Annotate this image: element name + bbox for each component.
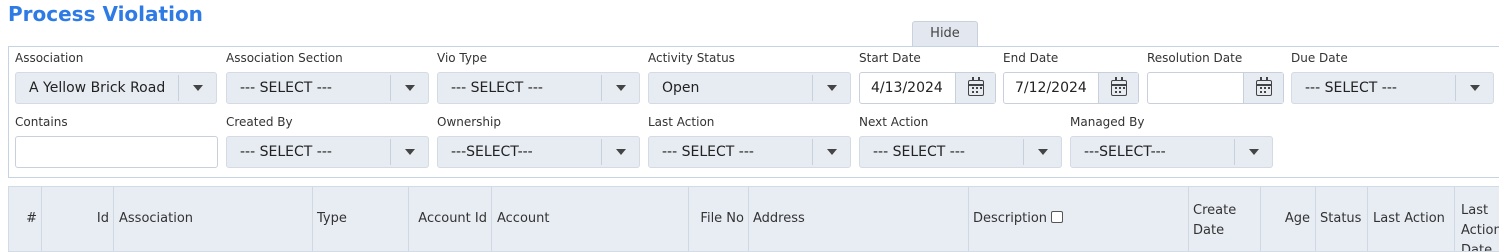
hide-filters-button[interactable]: Hide [912, 21, 978, 47]
divider [812, 139, 813, 165]
column-header-label: Address [753, 211, 805, 226]
end-date-calendar-button[interactable] [1098, 73, 1138, 103]
start-date-label: Start Date [859, 51, 921, 65]
association-select[interactable]: A Yellow Brick Road [15, 72, 217, 104]
chevron-down-icon [616, 85, 626, 91]
chevron-down-icon [827, 149, 837, 155]
due-date-select[interactable]: --- SELECT --- [1291, 72, 1494, 104]
chevron-down-icon [193, 85, 203, 91]
chevron-down-icon [405, 85, 415, 91]
column-header-label: Last Action Date [1461, 203, 1499, 251]
column-header-label: Age [1284, 211, 1310, 226]
activity-status-value: Open [662, 80, 700, 96]
next-action-value: --- SELECT --- [873, 144, 965, 160]
created-by-value: --- SELECT --- [240, 144, 332, 160]
due-date-label: Due Date [1291, 51, 1348, 65]
column-header-association[interactable]: Association [114, 187, 313, 251]
column-header-label: Account [497, 211, 550, 226]
filter-panel: Association Association Section Vio Type… [8, 46, 1499, 178]
vio-type-select[interactable]: --- SELECT --- [437, 72, 640, 104]
last-action-value: --- SELECT --- [662, 144, 754, 160]
divider [601, 75, 602, 101]
last-action-label: Last Action [648, 115, 715, 129]
created-by-label: Created By [226, 115, 293, 129]
end-date-label: End Date [1003, 51, 1059, 65]
next-action-label: Next Action [859, 115, 929, 129]
start-date-calendar-button[interactable] [955, 73, 995, 103]
calendar-icon [1256, 77, 1272, 96]
chevron-down-icon [1038, 149, 1048, 155]
chevron-down-icon [1249, 149, 1259, 155]
divider [1455, 75, 1456, 101]
column-header-create-date[interactable]: Create Date [1189, 187, 1261, 251]
chevron-down-icon [405, 149, 415, 155]
managed-by-select[interactable]: ---SELECT--- [1070, 136, 1273, 168]
ownership-value: ---SELECT--- [451, 144, 533, 160]
resolution-date-label: Resolution Date [1147, 51, 1243, 65]
last-action-select[interactable]: --- SELECT --- [648, 136, 851, 168]
next-action-select[interactable]: --- SELECT --- [859, 136, 1062, 168]
column-header-last-action-date[interactable]: Last Action Date [1455, 187, 1499, 251]
column-header-description[interactable]: Description [969, 187, 1189, 251]
violations-grid-header: # Id Association Type Account Id Account… [8, 186, 1499, 252]
start-date-field[interactable]: 4/13/2024 [859, 72, 996, 104]
column-header-label: # [26, 211, 37, 226]
contains-input[interactable] [15, 136, 218, 168]
column-header-account[interactable]: Account [492, 187, 689, 251]
column-header-file-no[interactable]: File No [689, 187, 749, 251]
calendar-icon [1111, 77, 1127, 96]
column-header-label: Create Date [1193, 203, 1237, 238]
start-date-value[interactable]: 4/13/2024 [871, 80, 943, 96]
end-date-field[interactable]: 7/12/2024 [1003, 72, 1139, 104]
column-header-label: Status [1320, 211, 1362, 226]
activity-status-label: Activity Status [648, 51, 735, 65]
column-header-label: Type [317, 211, 347, 226]
divider [390, 75, 391, 101]
vio-type-label: Vio Type [437, 51, 487, 65]
checkbox-icon[interactable] [1051, 211, 1064, 223]
column-header-label: Description [973, 211, 1048, 226]
chevron-down-icon [827, 85, 837, 91]
vio-type-value: --- SELECT --- [451, 80, 543, 96]
managed-by-label: Managed By [1070, 115, 1145, 129]
divider [178, 75, 179, 101]
column-header-account-id[interactable]: Account Id [409, 187, 492, 251]
column-header-number[interactable]: # [9, 187, 42, 251]
divider [1234, 139, 1235, 165]
column-header-label: Last Action [1373, 211, 1445, 226]
association-section-label: Association Section [226, 51, 343, 65]
column-header-label: Account Id [418, 211, 487, 226]
chevron-down-icon [616, 149, 626, 155]
divider [812, 75, 813, 101]
chevron-down-icon [1470, 85, 1480, 91]
column-header-address[interactable]: Address [749, 187, 969, 251]
column-header-age[interactable]: Age [1261, 187, 1316, 251]
column-header-id[interactable]: Id [42, 187, 114, 251]
due-date-value: --- SELECT --- [1305, 80, 1397, 96]
divider [390, 139, 391, 165]
association-section-value: --- SELECT --- [240, 80, 332, 96]
column-header-label: Association [119, 211, 194, 226]
column-header-label: File No [700, 211, 744, 226]
column-header-label: Id [96, 211, 109, 226]
ownership-select[interactable]: ---SELECT--- [437, 136, 640, 168]
divider [601, 139, 602, 165]
association-section-select[interactable]: --- SELECT --- [226, 72, 429, 104]
contains-label: Contains [15, 115, 68, 129]
resolution-date-field[interactable] [1147, 72, 1284, 104]
managed-by-value: ---SELECT--- [1084, 144, 1166, 160]
column-header-status[interactable]: Status [1316, 187, 1368, 251]
association-value: A Yellow Brick Road [29, 80, 166, 96]
end-date-value[interactable]: 7/12/2024 [1015, 80, 1087, 96]
divider [1023, 139, 1024, 165]
column-header-last-action[interactable]: Last Action [1368, 187, 1455, 251]
resolution-date-calendar-button[interactable] [1243, 73, 1283, 103]
created-by-select[interactable]: --- SELECT --- [226, 136, 429, 168]
calendar-icon [968, 77, 984, 96]
ownership-label: Ownership [437, 115, 501, 129]
column-header-type[interactable]: Type [313, 187, 409, 251]
activity-status-select[interactable]: Open [648, 72, 851, 104]
page-title: Process Violation [8, 2, 203, 26]
association-label: Association [15, 51, 84, 65]
